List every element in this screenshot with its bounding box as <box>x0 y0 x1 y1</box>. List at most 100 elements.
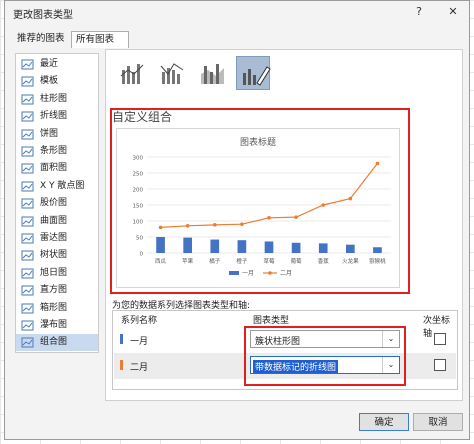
chart-type-label: 曲面图 <box>40 215 68 226</box>
change-chart-type-dialog: 更改图表类型 ? ✕ 推荐的图表 所有图表 最近模板柱形图折线图饼图条形图面积图… <box>4 0 470 440</box>
chart-type-label: 雷达图 <box>40 233 68 243</box>
chart-type-label: 最近 <box>40 59 59 69</box>
chart-type-label: 股价图 <box>40 198 68 209</box>
stock-icon <box>21 198 34 209</box>
secondary-axis-checkbox-2[interactable] <box>434 359 446 371</box>
chart-type-item-stock[interactable]: 股价图 <box>16 195 98 212</box>
subtype-clustered-column-line[interactable] <box>116 56 150 90</box>
bar-西瓜 <box>156 237 165 253</box>
header-chart-type: 图表类型 <box>253 316 290 326</box>
chart-type-item-line[interactable]: 折线图 <box>16 108 98 125</box>
scatter-icon <box>21 181 34 192</box>
line-point-草莓 <box>267 216 271 220</box>
x-tick-label: 香蕉 <box>318 257 330 265</box>
line-point-猕猴桃 <box>375 161 380 166</box>
line-point-火龙果 <box>348 196 353 201</box>
bar-icon <box>21 146 34 157</box>
y-tick-label: 150 <box>133 204 144 210</box>
legend-swatch-bar <box>229 271 239 275</box>
cancel-button[interactable]: 取消 <box>413 413 463 431</box>
treemap-icon <box>21 250 34 261</box>
header-series-name: 系列名称 <box>121 316 158 326</box>
chart-type-item-column[interactable]: 柱形图 <box>16 91 98 108</box>
pie-icon <box>21 129 34 140</box>
chart-type-item-radar[interactable]: 雷达图 <box>16 230 98 247</box>
folder-icon <box>21 76 34 87</box>
chart-type-label: 模板 <box>40 76 59 87</box>
legend-label: 一月 <box>242 270 254 277</box>
chart-type-item-histogram[interactable]: 直方图 <box>16 282 98 299</box>
x-tick-label: 火龙果 <box>342 257 359 265</box>
subtype-column-line-secondary[interactable] <box>156 56 190 90</box>
chart-type-label: 柱形图 <box>40 93 68 104</box>
area-icon <box>21 163 34 174</box>
chart-preview: 图表标题 0 50 100 150 200 250 300 西瓜 苹果 橘子 橙子 草莓 葡萄 香蕉 火龙果 猕… <box>116 128 400 288</box>
dialog-title: 更改图表类型 <box>13 10 73 21</box>
column-icon <box>21 94 34 105</box>
secondary-axis-checkbox-1[interactable] <box>434 333 446 345</box>
x-tick-label: 橘子 <box>209 257 221 265</box>
histogram-icon <box>21 285 34 296</box>
combo-column-line-icon <box>120 64 144 84</box>
ok-button[interactable]: 确定 <box>359 413 409 431</box>
chart-type-label: X Y 散点图 <box>40 180 85 191</box>
chart-type-item-area[interactable]: 面积图 <box>16 160 98 177</box>
y-tick-label: 250 <box>133 172 144 178</box>
chart-type-item-waterfall[interactable]: 瀑布图 <box>16 317 98 334</box>
y-tick-label: 100 <box>133 220 144 226</box>
x-tick-label: 西瓜 <box>155 258 167 265</box>
bar-苹果 <box>183 237 193 253</box>
chart-type-item-history[interactable]: 最近 <box>16 56 98 73</box>
bar-猕猴桃 <box>373 247 382 253</box>
y-tick-label: 0 <box>140 252 144 258</box>
help-button[interactable]: ? <box>409 3 429 21</box>
bar-葡萄 <box>291 242 301 253</box>
chart-type-item-scatter[interactable]: X Y 散点图 <box>16 178 98 195</box>
chart-type-item-treemap[interactable]: 树状图 <box>16 247 98 264</box>
subtype-area-column[interactable] <box>196 56 230 90</box>
tab-recommended[interactable]: 推荐的图表 <box>13 31 73 46</box>
legend-label: 二月 <box>280 270 292 277</box>
line-icon <box>21 111 34 122</box>
chart-type-label: 树状图 <box>40 250 68 261</box>
sunburst-icon <box>21 268 34 279</box>
bar-火龙果 <box>345 244 355 253</box>
x-tick-label: 橙子 <box>236 257 248 265</box>
legend-marker <box>268 271 272 275</box>
chart-preview-svg: 图表标题 0 50 100 150 200 250 300 西瓜 苹果 橘子 橙子 草莓 葡萄 香蕉 火龙果 猕… <box>133 136 391 277</box>
x-tick-label: 苹果 <box>182 257 194 265</box>
tab-all-charts[interactable]: 所有图表 <box>71 31 129 48</box>
series-color-swatch <box>120 360 123 370</box>
chart-config-panel: 自定义组合 图表标题 0 50 100 150 200 250 300 西瓜 苹果 橘子 橙子 草莓 葡萄… <box>105 49 463 401</box>
chart-type-label: 条形图 <box>40 146 68 156</box>
chart-type-item-box[interactable]: 箱形图 <box>16 300 98 317</box>
chart-type-label: 直方图 <box>40 285 68 296</box>
combo-icon <box>21 337 34 348</box>
chart-type-item-pie[interactable]: 饼图 <box>16 126 98 143</box>
custom-combo-pencil-icon <box>243 66 271 86</box>
bar-橘子 <box>210 239 220 253</box>
chart-type-label: 组合图 <box>40 337 68 348</box>
line-point-葡萄 <box>294 215 298 219</box>
chart-type-label: 瀑布图 <box>40 320 68 330</box>
chart-type-item-sunburst[interactable]: 旭日图 <box>16 265 98 282</box>
bar-草莓 <box>264 241 274 253</box>
chart-type-item-folder[interactable]: 模板 <box>16 73 98 90</box>
line-point-西瓜 <box>158 225 163 230</box>
chart-type-label: 旭日图 <box>40 267 68 278</box>
title-bar: 更改图表类型 ? ✕ <box>5 1 469 23</box>
chart-type-item-bar[interactable]: 条形图 <box>16 143 98 160</box>
subtype-custom-combination[interactable] <box>236 56 271 90</box>
chart-title: 图表标题 <box>240 136 276 148</box>
chart-type-item-surface[interactable]: 曲面图 <box>16 213 98 230</box>
y-tick-label: 50 <box>136 236 143 242</box>
combo-area-column-icon <box>201 64 224 84</box>
close-button[interactable]: ✕ <box>443 3 463 21</box>
chart-type-label: 饼图 <box>40 128 59 139</box>
x-tick-label: 葡萄 <box>291 257 303 265</box>
combo-secondary-axis-icon <box>160 63 184 84</box>
x-tick-label: 草莓 <box>263 257 275 265</box>
bar-橙子 <box>237 240 247 253</box>
chart-type-item-combo[interactable]: 组合图 <box>16 334 98 352</box>
surface-icon <box>21 216 34 227</box>
